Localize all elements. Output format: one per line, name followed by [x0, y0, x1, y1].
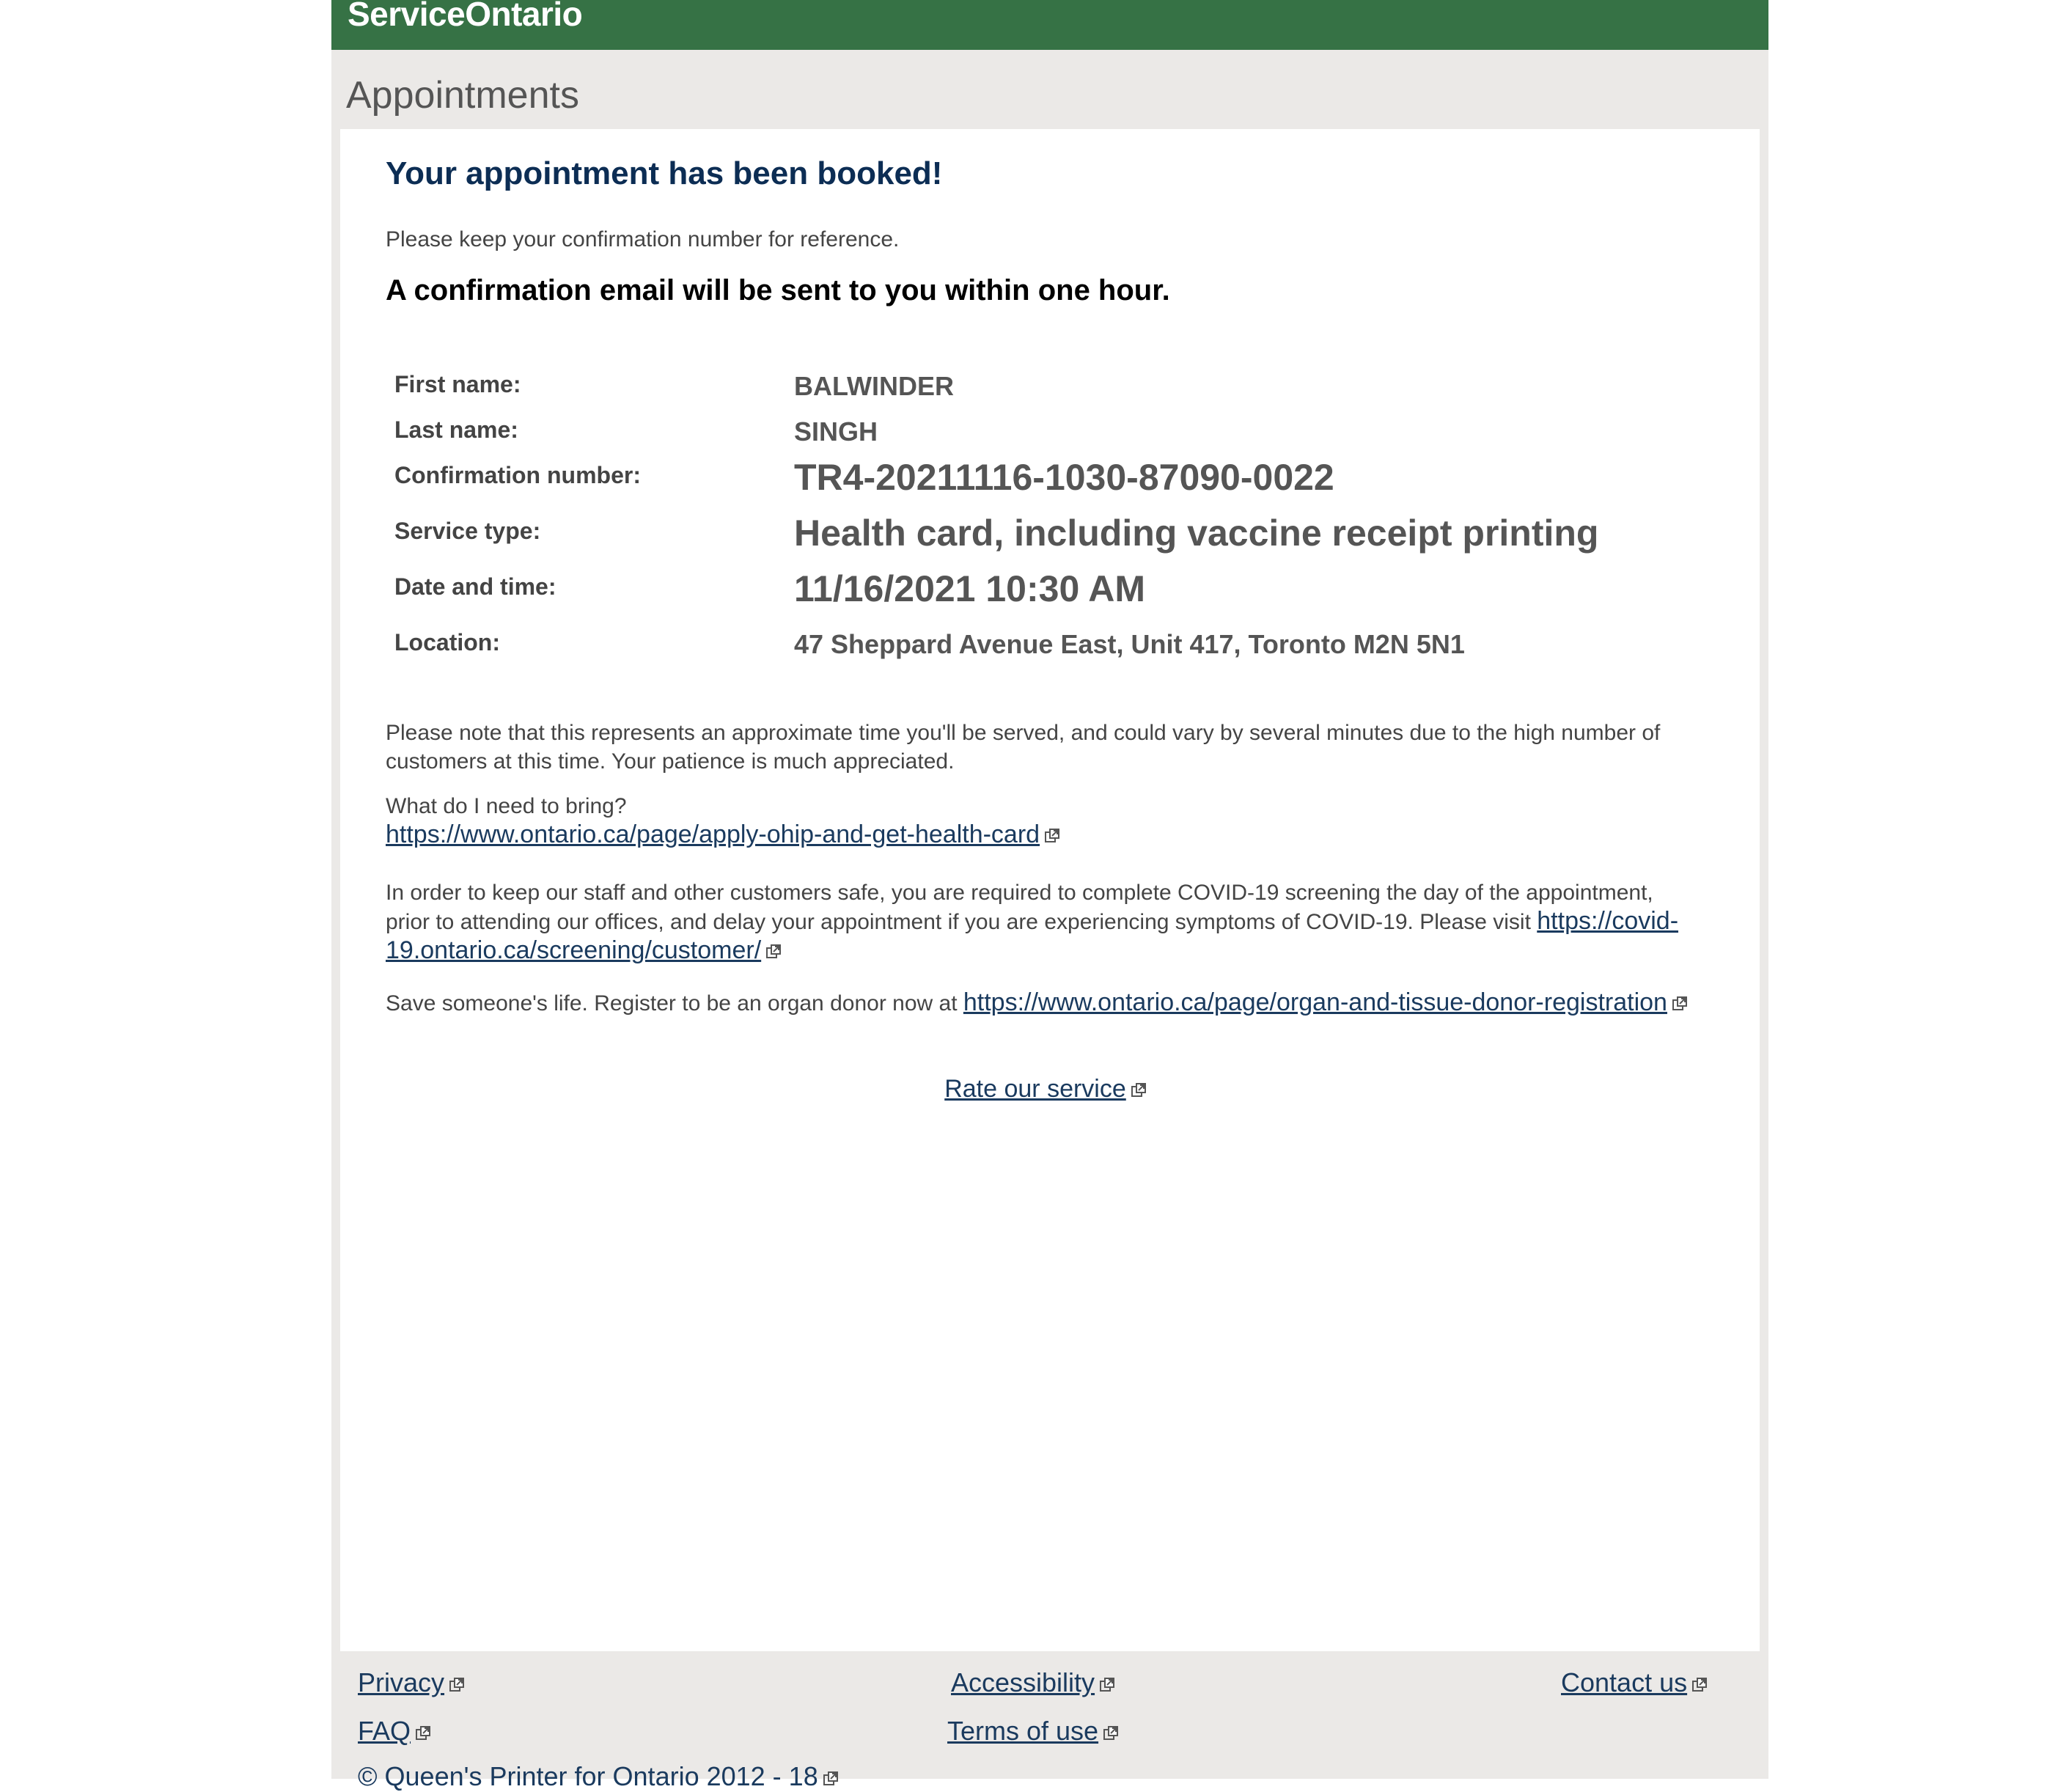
section-title: Appointments	[346, 74, 579, 117]
email-note: A confirmation email will be sent to you…	[386, 274, 1170, 306]
footer-link-contact[interactable]: Contact us	[1561, 1667, 1708, 1698]
external-link-icon	[1045, 829, 1060, 842]
bring-link[interactable]: https://www.ontario.ca/page/apply-ohip-a…	[386, 820, 1060, 848]
external-link-icon	[1672, 996, 1687, 1010]
external-link-icon	[416, 1726, 431, 1740]
external-link-icon	[1100, 1678, 1115, 1692]
footer-link-faq[interactable]: FAQ	[358, 1716, 431, 1747]
donor-note: Save someone's life. Register to be an o…	[386, 991, 958, 1016]
external-link-icon	[449, 1678, 465, 1692]
approx-time-note: Please note that this represents an appr…	[386, 721, 1661, 774]
confirmation-number-value: TR4-20211116-1030-87090-0022	[794, 457, 1334, 498]
detail-label: Last name:	[394, 416, 518, 443]
keep-note: Please keep your confirmation number for…	[386, 227, 900, 251]
last-name-value: SINGH	[794, 416, 878, 447]
bring-question: What do I need to bring?	[386, 794, 627, 818]
copyright-link[interactable]: © Queen's Printer for Ontario 2012 - 18	[358, 1761, 839, 1792]
rate-section: Rate our service	[386, 1075, 1705, 1104]
date-time-value: 11/16/2021 10:30 AM	[794, 568, 1146, 609]
external-link-icon	[766, 944, 782, 958]
service-ontario-logo[interactable]: ServiceOntario	[348, 0, 583, 34]
detail-label: First name:	[394, 371, 521, 397]
external-link-icon	[823, 1771, 838, 1785]
header-bar: ServiceOntario	[331, 0, 1768, 50]
donor-section: Save someone's life. Register to be an o…	[386, 988, 1698, 1018]
external-link-icon	[1692, 1678, 1708, 1692]
location-value: 47 Sheppard Avenue East, Unit 417, Toron…	[794, 629, 1465, 659]
organ-donor-link[interactable]: https://www.ontario.ca/page/organ-and-ti…	[963, 988, 1688, 1016]
covid-note: In order to keep our staff and other cus…	[386, 881, 1653, 934]
footer-link-terms[interactable]: Terms of use	[947, 1716, 1119, 1747]
detail-label: Location:	[394, 629, 500, 656]
first-name-value: BALWINDER	[794, 371, 954, 401]
confirmation-card: Your appointment has been booked! Please…	[340, 129, 1760, 1651]
footer-link-accessibility[interactable]: Accessibility	[951, 1667, 1115, 1698]
rate-our-service-link[interactable]: Rate our service	[944, 1075, 1147, 1103]
external-link-icon	[1103, 1726, 1119, 1740]
service-type-value: Health card, including vaccine receipt p…	[794, 513, 1599, 554]
footer-link-privacy[interactable]: Privacy	[358, 1667, 465, 1698]
covid-section: In order to keep our staff and other cus…	[386, 878, 1698, 966]
detail-label: Date and time:	[394, 573, 556, 600]
detail-label: Service type:	[394, 518, 541, 544]
detail-label: Confirmation number:	[394, 462, 641, 488]
bring-section: What do I need to bring? https://www.ont…	[386, 792, 1698, 850]
page-title: Your appointment has been booked!	[386, 155, 943, 191]
external-link-icon	[1131, 1083, 1146, 1097]
page: ServiceOntario Appointments Your appoint…	[331, 0, 1768, 1791]
